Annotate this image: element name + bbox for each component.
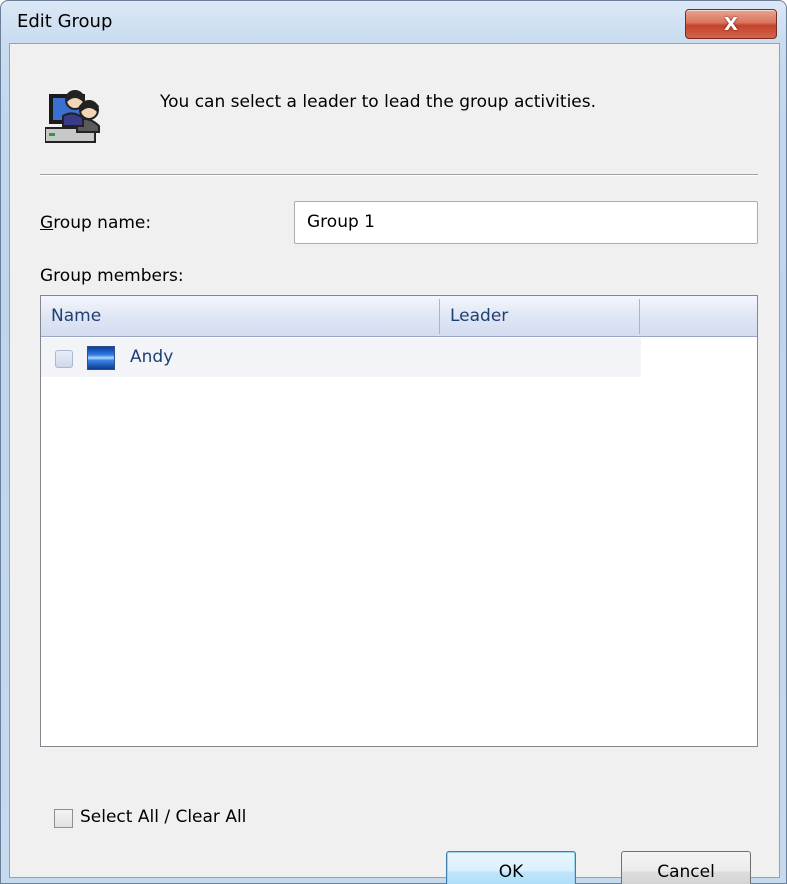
- column-header-leader[interactable]: Leader: [440, 296, 638, 336]
- dialog-client-area: You can select a leader to lead the grou…: [9, 43, 780, 884]
- header-message: You can select a leader to lead the grou…: [160, 92, 597, 112]
- select-all-label[interactable]: Select All / Clear All: [80, 807, 246, 827]
- dialog-window: Edit Group X You can select a leader to …: [0, 0, 787, 884]
- window-title: Edit Group: [17, 11, 113, 32]
- computer-icon: [87, 346, 115, 370]
- group-name-input[interactable]: Group 1: [294, 201, 758, 244]
- list-item[interactable]: Andy: [41, 338, 641, 377]
- group-name-accel: G: [40, 213, 54, 233]
- member-checkbox[interactable]: [55, 350, 73, 368]
- title-bar[interactable]: Edit Group X: [1, 1, 787, 43]
- list-header: Name Leader: [41, 296, 757, 337]
- close-button[interactable]: X: [685, 9, 777, 39]
- close-icon: X: [724, 13, 738, 35]
- group-members-label: Group members:: [40, 266, 184, 286]
- select-all-checkbox[interactable]: [54, 809, 73, 828]
- group-name-label: Group name:: [40, 213, 151, 233]
- group-members-list[interactable]: Name Leader Andy: [40, 295, 758, 747]
- users-computer-icon: [45, 90, 100, 143]
- header-divider: [40, 174, 758, 176]
- cancel-button[interactable]: Cancel: [621, 851, 751, 884]
- column-separator[interactable]: [639, 299, 640, 334]
- member-name: Andy: [130, 347, 174, 367]
- ok-button[interactable]: OK: [446, 851, 576, 884]
- column-header-name[interactable]: Name: [41, 296, 439, 336]
- group-name-label-text: roup name:: [53, 213, 152, 233]
